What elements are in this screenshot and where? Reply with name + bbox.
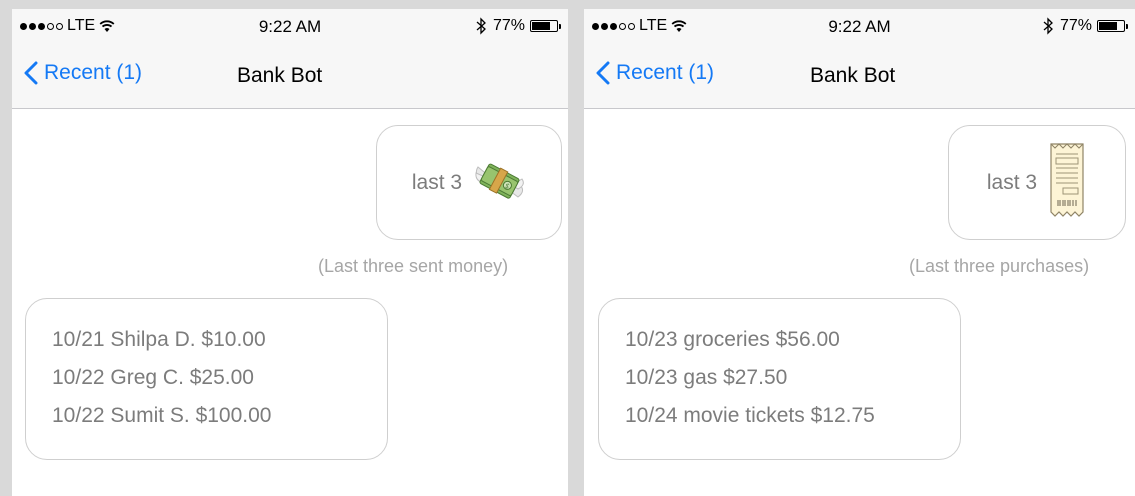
incoming-message-bubble: 10/21 Shilpa D. $10.00 10/22 Greg C. $25… bbox=[25, 298, 388, 460]
back-button[interactable]: Recent (1) bbox=[24, 61, 142, 85]
outgoing-message-text: last 3 bbox=[411, 170, 463, 194]
navigation-bar: Recent (1) Bank Bot bbox=[584, 45, 1135, 109]
transaction-line: 10/23 groceries $56.00 bbox=[625, 328, 840, 351]
battery-percentage: 77% bbox=[1059, 17, 1092, 34]
status-right: 77% bbox=[475, 17, 561, 35]
outgoing-message-bubble[interactable]: last 3 bbox=[948, 125, 1126, 240]
back-button[interactable]: Recent (1) bbox=[596, 61, 714, 85]
phone-screen-purchases: LTE 9:22 AM 77% Recent (1) Bank Bot last… bbox=[584, 9, 1135, 496]
outgoing-message-bubble[interactable]: last 3 $ bbox=[376, 125, 562, 240]
battery-fill bbox=[1099, 22, 1117, 30]
battery-fill bbox=[532, 22, 550, 30]
transaction-line: 10/24 movie tickets $12.75 bbox=[625, 404, 875, 427]
back-button-label: Recent (1) bbox=[616, 61, 715, 84]
battery-icon bbox=[1097, 20, 1128, 32]
caption-text: (Last three sent money) bbox=[318, 256, 509, 276]
transaction-line: 10/23 gas $27.50 bbox=[625, 366, 788, 389]
money-with-wings-icon: $ bbox=[472, 155, 526, 210]
transaction-line: 10/22 Sumit S. $100.00 bbox=[52, 404, 272, 427]
page-title: Bank Bot bbox=[810, 64, 896, 87]
status-bar: LTE 9:22 AM 77% bbox=[584, 9, 1135, 45]
bluetooth-icon bbox=[1043, 17, 1053, 35]
incoming-message-bubble: 10/23 groceries $56.00 10/23 gas $27.50 … bbox=[598, 298, 961, 460]
phone-screen-sent-money: LTE 9:22 AM 77% Recent (1) Bank Bot last… bbox=[12, 9, 568, 496]
battery-percentage: 77% bbox=[492, 17, 525, 34]
navigation-bar: Recent (1) Bank Bot bbox=[12, 45, 568, 109]
caption-text: (Last three purchases) bbox=[909, 256, 1090, 276]
battery-icon bbox=[530, 20, 561, 32]
receipt-icon bbox=[1047, 140, 1087, 225]
status-bar: LTE 9:22 AM 77% bbox=[12, 9, 568, 45]
back-button-label: Recent (1) bbox=[44, 61, 143, 84]
chevron-left-icon bbox=[596, 61, 610, 85]
bluetooth-icon bbox=[476, 17, 486, 35]
page-title: Bank Bot bbox=[237, 64, 323, 87]
transaction-line: 10/22 Greg C. $25.00 bbox=[52, 366, 254, 389]
status-right: 77% bbox=[1042, 17, 1128, 35]
chevron-left-icon bbox=[24, 61, 38, 85]
transaction-line: 10/21 Shilpa D. $10.00 bbox=[52, 328, 266, 351]
outgoing-message-text: last 3 bbox=[986, 170, 1038, 194]
